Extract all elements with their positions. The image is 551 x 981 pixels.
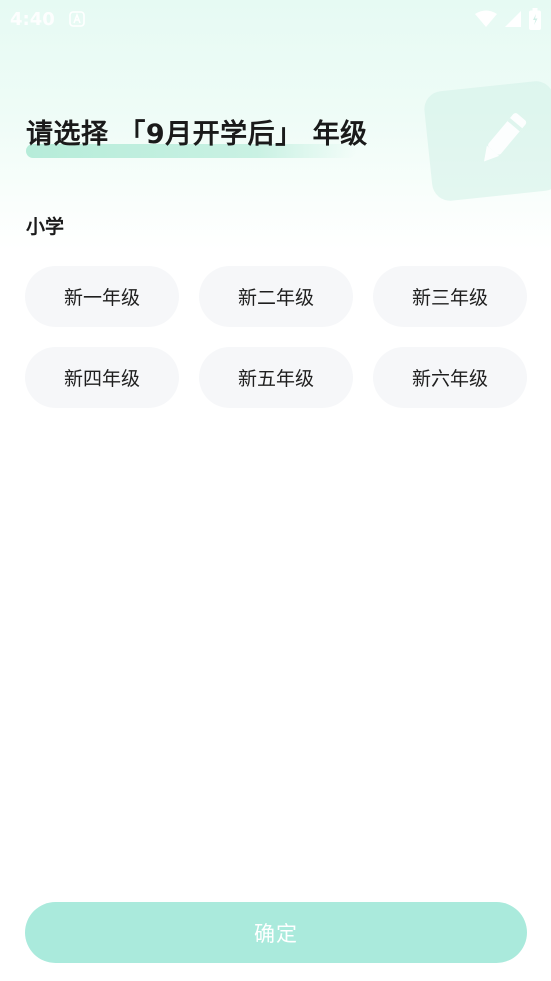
confirm-button[interactable]: 确定 [25,902,527,963]
grade-option-4[interactable]: 新四年级 [25,347,179,408]
signal-icon [505,11,521,27]
grade-option-3[interactable]: 新三年级 [373,266,527,327]
grade-option-1[interactable]: 新一年级 [25,266,179,327]
notification-a-icon [68,11,85,27]
status-time: 4:40 [10,8,55,30]
title-wrap: 请选择 「9月开学后」 年级 [26,112,368,162]
battery-icon [529,8,541,30]
pencil-note-icon [484,113,527,162]
wifi-icon [475,10,497,27]
status-bar: 4:40 [0,0,551,38]
status-left: 4:40 [10,9,85,30]
grade-option-6[interactable]: 新六年级 [373,347,527,408]
grade-option-2[interactable]: 新二年级 [199,266,353,327]
grade-option-5[interactable]: 新五年级 [199,347,353,408]
grade-select-screen: 4:40 请选择 「9月开学后」 年级 小学 新一年级 新二年级 新三年级 新四… [0,0,551,981]
page-title: 请选择 「9月开学后」 年级 [26,119,368,150]
grade-options: 新一年级 新二年级 新三年级 新四年级 新五年级 新六年级 [25,266,527,408]
section-label-primary: 小学 [26,216,65,238]
status-right [475,8,541,30]
